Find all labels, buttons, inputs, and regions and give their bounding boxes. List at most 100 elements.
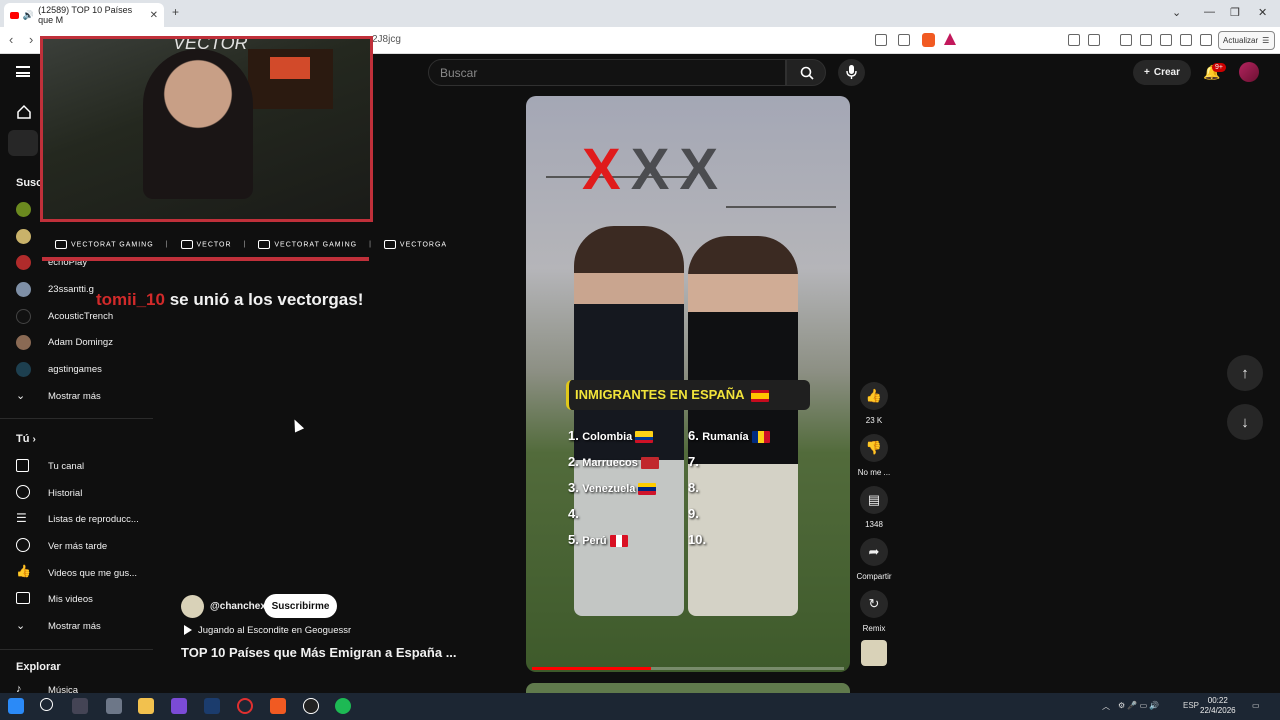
sidebar-item-watch-later[interactable]: Ver más tarde [48,541,107,552]
hamburger-menu-icon[interactable] [16,66,30,77]
task-view-icon[interactable] [72,698,88,714]
show-more-you[interactable]: Mostrar más [48,621,101,632]
channel-avatar[interactable] [16,282,31,297]
sidebar-icon[interactable] [1140,34,1152,46]
music-icon[interactable] [1120,34,1132,46]
windows-start-icon[interactable] [8,698,24,714]
search-button[interactable] [786,59,826,86]
like-count: 23 K [865,416,883,425]
sound-avatar[interactable] [861,640,887,666]
subscriptions-heading[interactable]: Susc [16,177,42,189]
cast-icon[interactable] [875,34,887,46]
back-icon[interactable]: ‹ [9,32,13,47]
show-more-subscriptions[interactable]: Mostrar más [48,391,101,402]
notification-center-icon[interactable]: ▭ [1252,701,1260,710]
close-window-icon[interactable]: ✕ [1258,6,1267,19]
update-button[interactable]: Actualizar ☰ [1218,31,1275,50]
voice-search-button[interactable] [838,59,865,86]
brave-rewards-icon[interactable] [944,33,956,45]
new-tab-icon[interactable]: + [172,5,179,19]
channel-avatar[interactable] [16,309,31,324]
url-field[interactable]: 2J8jcg [372,34,401,45]
mark-2: X [630,137,680,202]
share-icon[interactable] [898,34,910,46]
video-progress-bar[interactable] [532,667,844,670]
channel-avatar[interactable] [16,335,31,350]
subscribe-button[interactable]: Suscribirme [264,594,337,618]
obs-icon[interactable] [303,698,319,714]
extensions-icon[interactable] [1068,34,1080,46]
sidebar-item-your-videos[interactable]: Mis videos [48,594,93,605]
account-avatar[interactable] [1239,62,1259,82]
short-video-player[interactable]: XXX INMIGRANTES EN ESPAÑA 1. Colombia 2.… [526,96,850,672]
sidebar-item-acoustictrench[interactable]: AcousticTrench [48,311,113,322]
webcam-overlay: VECTOR [40,36,373,222]
arrow-down-icon: ↓ [1241,413,1249,431]
social-twitter: VECTORAT GAMING [258,239,357,249]
like-button[interactable]: 👍 [860,382,888,410]
short-title[interactable]: TOP 10 Países que Más Emigran a España .… [181,645,457,660]
next-short-button[interactable]: ↓ [1227,404,1263,440]
streamer [143,49,253,199]
remix-label: Remix [862,624,886,633]
search-icon[interactable] [40,698,53,711]
tray-icons[interactable]: ⚙ 🎤 ▭ 🔊 [1118,701,1159,710]
crane [726,206,836,208]
browser-tab[interactable]: 🔊 (12589) TOP 10 Países que M ✕ [4,3,164,27]
person-left [574,226,684,616]
time: 00:22 [1207,696,1228,705]
home-icon[interactable] [16,104,32,120]
opera-icon[interactable] [237,698,253,714]
search-input[interactable]: Buscar [428,59,786,86]
remix-button[interactable]: ↻ [860,590,888,618]
sidebar-item-playlists[interactable]: Listas de reproducc... [48,514,139,525]
leo-icon[interactable] [1180,34,1192,46]
restore-icon[interactable]: ❐ [1230,6,1240,19]
channel-handle[interactable]: @chanchex [210,601,266,612]
tab-title: (12589) TOP 10 Países que M [38,5,133,25]
share-label: Compartir [856,572,892,581]
sidebar-item-your-channel[interactable]: Tu canal [48,461,84,472]
header-marks: XXX [582,136,728,203]
you-heading[interactable]: Tú › [16,433,36,445]
vpn-icon[interactable] [1200,34,1212,46]
music-link[interactable]: Jugando al Escondite en Geoguessr [184,625,351,636]
steam-icon[interactable] [204,698,220,714]
clock[interactable]: 00:22 22/4/2026 [1200,696,1236,716]
brave-shields-icon[interactable] [922,33,935,47]
channel-avatar[interactable] [16,202,31,217]
sidebar-item-liked-videos[interactable]: Videos que me gus... [48,568,137,579]
person-right [688,236,798,616]
channel-avatar[interactable] [16,229,31,244]
sidebar-item-adam-domingz[interactable]: Adam Domingz [48,337,113,348]
share-button[interactable]: ➦ [860,538,888,566]
sidebar-item-history[interactable]: Historial [48,488,82,499]
shorts-icon[interactable] [8,130,38,156]
minimize-icon[interactable]: — [1204,6,1215,18]
create-button[interactable]: + Crear [1133,60,1191,85]
app-icon[interactable] [106,698,122,714]
sidebar-item-23ssantti[interactable]: 23ssantti.g [48,284,94,295]
screenshot-icon[interactable] [1088,34,1100,46]
channel-avatar[interactable] [16,255,31,270]
history-icon [16,485,30,499]
previous-short-button[interactable]: ↑ [1227,355,1263,391]
spotify-icon[interactable] [335,698,351,714]
close-tab-icon[interactable]: ✕ [150,10,158,21]
channel-avatar[interactable] [16,362,31,377]
channel-avatar[interactable] [181,595,204,618]
discord-icon[interactable] [171,698,187,714]
input-language[interactable]: ESP [1183,701,1199,710]
dislike-label: No me ... [857,468,891,477]
next-short-thumbnail[interactable] [526,683,850,693]
tray-chevron-icon[interactable]: ︿ [1102,701,1110,712]
comments-button[interactable]: ▤ [860,486,888,514]
wallet-icon[interactable] [1160,34,1172,46]
file-explorer-icon[interactable] [138,698,154,714]
brave-icon[interactable] [270,698,286,714]
sidebar-item-agstingames[interactable]: agstingames [48,364,102,375]
dislike-button[interactable]: 👎 [860,434,888,462]
tab-search-icon[interactable]: ⌄ [1172,6,1181,19]
forward-icon[interactable]: › [29,32,33,47]
date: 22/4/2026 [1200,706,1236,715]
